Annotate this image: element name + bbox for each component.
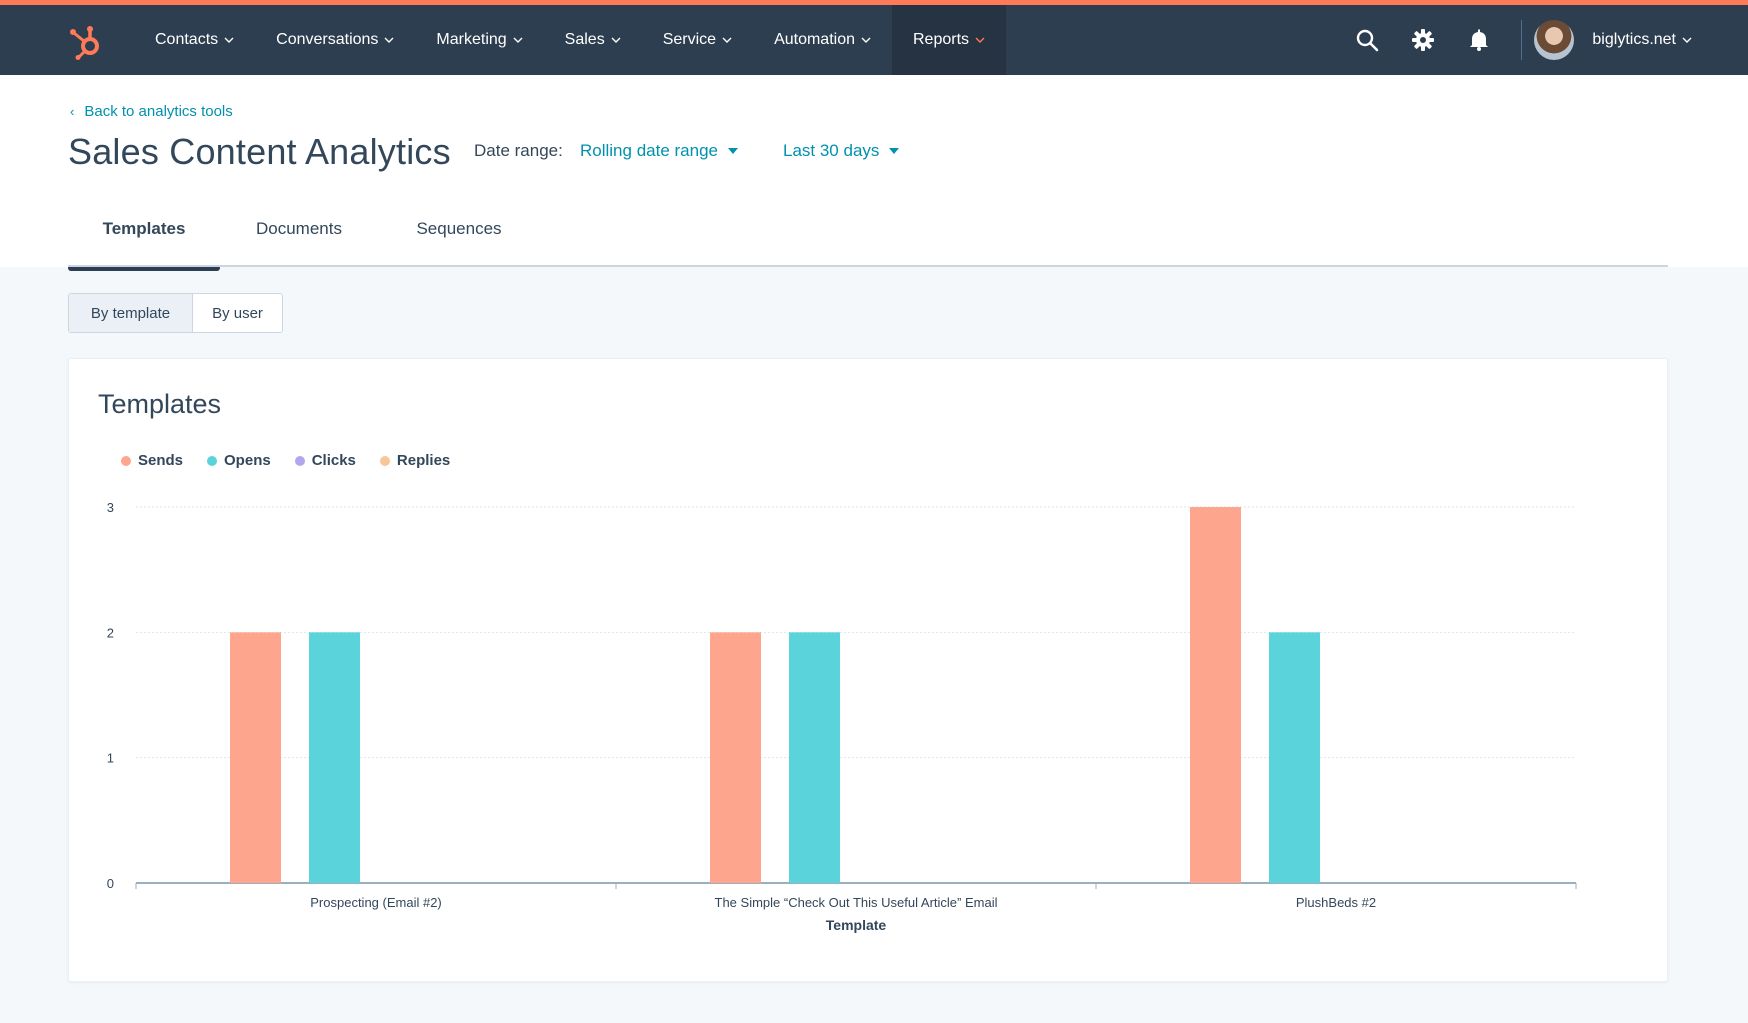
avatar[interactable] <box>1534 20 1575 60</box>
nav-item-automation[interactable]: Automation <box>753 5 892 75</box>
nav-item-service[interactable]: Service <box>642 5 753 75</box>
nav-item-label: Sales <box>564 31 605 48</box>
chevron-down-icon <box>224 37 234 43</box>
bar-sends <box>230 632 281 883</box>
page-header: ‹ Back to analytics tools Sales Content … <box>0 75 1748 271</box>
view-toggle: By template By user <box>68 293 283 333</box>
y-tick-label: 3 <box>107 500 114 515</box>
bar-opens <box>789 632 840 883</box>
chevron-down-icon <box>611 37 621 43</box>
y-tick-label: 1 <box>107 751 114 766</box>
nav-divider <box>1521 20 1523 60</box>
top-navigation: Contacts Conversations Marketing Sales S… <box>0 5 1748 75</box>
y-tick-label: 2 <box>107 625 114 640</box>
nav-item-marketing[interactable]: Marketing <box>415 5 543 75</box>
chevron-down-icon <box>861 37 871 43</box>
nav-item-label: Conversations <box>276 31 379 48</box>
x-tick-label: PlushBeds #2 <box>1296 895 1376 910</box>
x-tick-label: The Simple “Check Out This Useful Articl… <box>715 895 998 910</box>
date-range-label: Date range: <box>474 141 563 160</box>
caret-down-icon <box>727 148 738 154</box>
page-title: Sales Content Analytics <box>68 131 451 172</box>
x-axis-title: Template <box>826 917 887 933</box>
nav-item-sales[interactable]: Sales <box>544 5 642 75</box>
tabs-divider <box>68 265 1668 267</box>
templates-chart-card: Templates Sends Opens Clicks Replies 012… <box>68 358 1668 982</box>
bell-icon[interactable] <box>1465 26 1493 54</box>
chevron-down-icon <box>975 37 985 43</box>
chevron-down-icon <box>1682 37 1692 43</box>
date-range-type-value: Rolling date range <box>580 141 718 160</box>
hubspot-logo-icon[interactable] <box>68 23 106 61</box>
bar-sends <box>1190 507 1241 883</box>
bar-sends <box>710 632 761 883</box>
templates-bar-chart: 0 1 2 3 Prospecting (Email #2) The Simple “Ch… <box>107 500 1577 933</box>
nav-item-label: Contacts <box>155 31 219 48</box>
tab-templates[interactable]: Templates <box>68 190 220 271</box>
nav-item-label: Marketing <box>436 31 507 48</box>
date-range-value: Last 30 days <box>783 141 880 160</box>
nav-item-label: Service <box>662 31 717 48</box>
tab-sequences[interactable]: Sequences <box>378 190 540 267</box>
bar-opens <box>309 632 360 883</box>
x-tick-label: Prospecting (Email #2) <box>310 895 442 910</box>
tab-documents[interactable]: Documents <box>220 190 378 267</box>
bar-opens <box>1269 632 1320 883</box>
nav-menu: Contacts Conversations Marketing Sales S… <box>134 5 1007 75</box>
chevron-left-icon: ‹ <box>70 104 75 119</box>
nav-item-contacts[interactable]: Contacts <box>134 5 255 75</box>
chevron-down-icon <box>384 37 394 43</box>
caret-down-icon <box>889 148 900 154</box>
date-range-value-dropdown[interactable]: Last 30 days <box>783 141 900 161</box>
account-name: biglytics.net <box>1592 31 1676 48</box>
nav-item-label: Reports <box>913 31 970 48</box>
date-range-type-dropdown[interactable]: Rolling date range <box>580 141 738 161</box>
search-icon[interactable] <box>1353 26 1381 54</box>
back-link-label: Back to analytics tools <box>84 103 233 120</box>
gear-icon[interactable] <box>1409 26 1437 54</box>
by-template-button[interactable]: By template <box>69 294 192 332</box>
account-menu[interactable]: biglytics.net <box>1592 31 1692 49</box>
back-to-analytics-link[interactable]: ‹ Back to analytics tools <box>70 103 233 120</box>
content-tabs: Templates Documents Sequences <box>68 190 540 271</box>
nav-item-reports[interactable]: Reports <box>892 5 1007 75</box>
nav-right-tools: biglytics.net <box>1339 5 1748 75</box>
chevron-down-icon <box>722 37 732 43</box>
nav-item-conversations[interactable]: Conversations <box>255 5 415 75</box>
chevron-down-icon <box>513 37 523 43</box>
y-tick-label: 0 <box>107 876 114 891</box>
nav-item-label: Automation <box>774 31 855 48</box>
by-user-button[interactable]: By user <box>192 294 282 332</box>
